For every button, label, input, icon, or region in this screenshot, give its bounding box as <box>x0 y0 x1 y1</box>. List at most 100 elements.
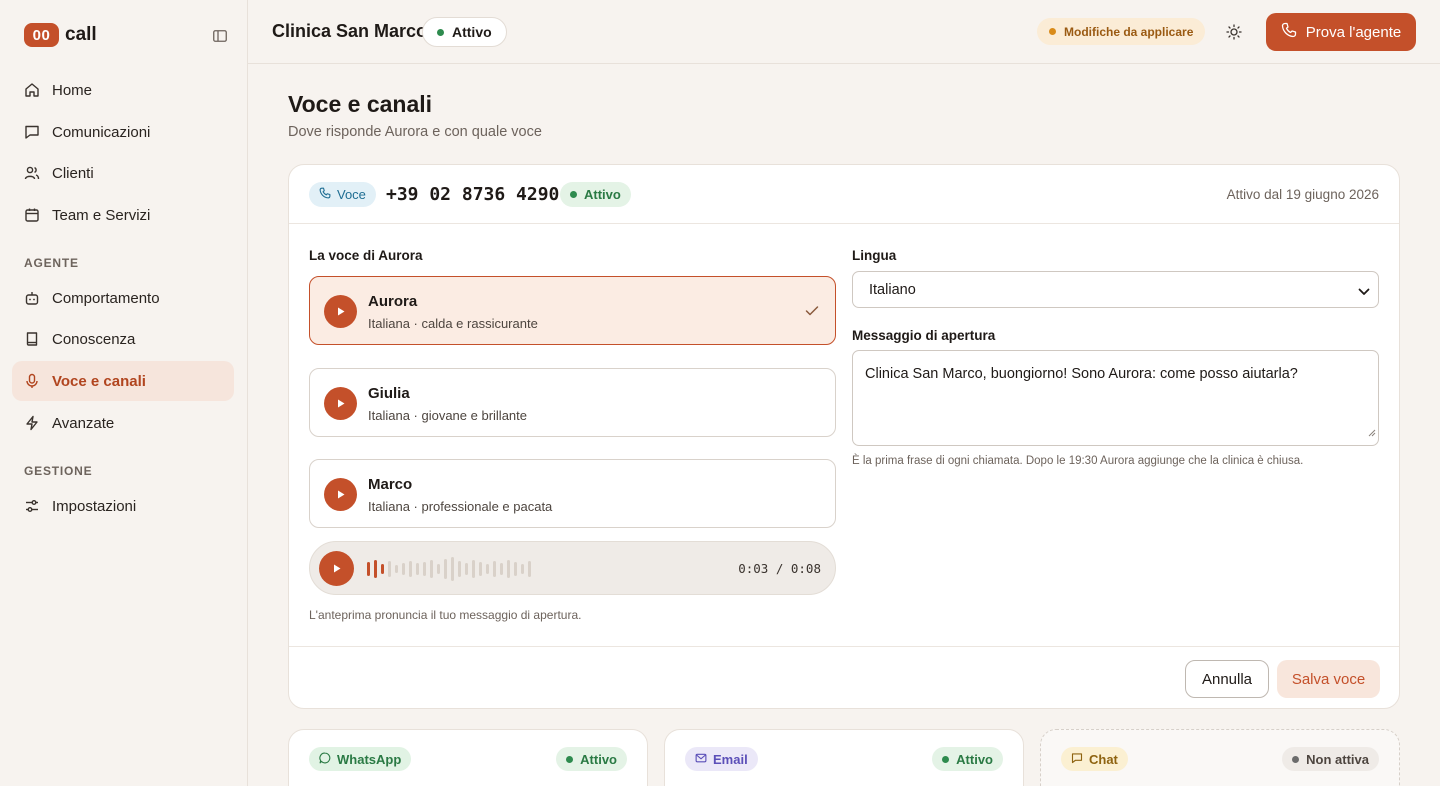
sidebar: 00 call Home Comunicazioni Clienti Team … <box>0 0 248 786</box>
waveform-bar <box>465 563 468 575</box>
waveform-bar <box>388 561 391 577</box>
preview-note: L'anteprima pronuncia il tuo messaggio d… <box>309 608 582 622</box>
users-icon <box>24 165 40 181</box>
sidebar-item-home[interactable]: Home <box>12 70 234 110</box>
sidebar-item-label: Clienti <box>52 164 94 182</box>
voice-name: Marco <box>368 476 413 493</box>
sidebar-item-avanzate[interactable]: Avanzate <box>12 403 234 443</box>
channel-card-email[interactable]: Email Attivo <box>664 729 1024 786</box>
sidebar-item-label: Team e Servizi <box>52 206 151 224</box>
waveform-bar <box>381 564 384 574</box>
status-dot <box>570 191 577 198</box>
sidebar-item-label: Conoscenza <box>52 330 136 348</box>
voice-option-aurora[interactable]: Aurora Italiana · calda e rassicurante <box>309 276 836 345</box>
channel-status: Non attiva <box>1306 751 1369 767</box>
voice-name: Giulia <box>368 385 410 402</box>
logo-text: call <box>65 24 97 45</box>
play-icon[interactable] <box>319 551 354 586</box>
logo-badge: 00 <box>24 23 59 47</box>
sidebar-item-voce-canali[interactable]: Voce e canali <box>12 361 234 401</box>
phone-number: +39 02 8736 4290 <box>386 184 560 205</box>
check-icon <box>805 304 819 322</box>
waveform-bar <box>444 559 447 579</box>
book-icon <box>24 331 40 347</box>
waveform-bar <box>500 563 503 575</box>
sidebar-item-team-servizi[interactable]: Team e Servizi <box>12 195 234 235</box>
waveform-bar <box>507 560 510 578</box>
sidebar-item-label: Comunicazioni <box>52 123 151 141</box>
voice-description: Italiana · calda e rassicurante <box>368 316 538 331</box>
status-dot <box>437 28 444 36</box>
sidebar-item-clienti[interactable]: Clienti <box>12 153 234 193</box>
waveform-bar <box>395 565 398 573</box>
language-select[interactable]: Italiano <box>852 271 1379 308</box>
sidebar-item-impostazioni[interactable]: Impostazioni <box>12 486 234 526</box>
calendar-icon <box>24 207 40 223</box>
play-icon[interactable] <box>324 295 357 328</box>
message-icon <box>24 124 40 140</box>
voice-section-label: La voce di Aurora <box>309 248 423 263</box>
section-label-agente: AGENTE <box>24 256 79 270</box>
agent-status-badge[interactable]: Attivo <box>422 17 507 47</box>
opening-message-field[interactable]: Clinica San Marco, buongiorno! Sono Auro… <box>852 350 1379 446</box>
waveform-bar <box>486 564 489 574</box>
sidebar-item-label: Voce e canali <box>52 372 146 390</box>
sun-icon[interactable] <box>1224 22 1244 42</box>
voice-description: Italiana · professionale e pacata <box>368 499 553 514</box>
resize-grip-icon[interactable] <box>1368 423 1376 443</box>
cancel-button[interactable]: Annulla <box>1185 660 1269 698</box>
logo[interactable]: 00 call <box>24 23 97 47</box>
sidebar-item-comunicazioni[interactable]: Comunicazioni <box>12 112 234 152</box>
channel-status-badge: Attivo <box>556 747 627 771</box>
waveform-bar <box>458 561 461 577</box>
top-bar: Clinica San Marco Attivo Modifiche da ap… <box>248 0 1440 64</box>
section-label-gestione: GESTIONE <box>24 464 93 478</box>
try-agent-label: Prova l'agente <box>1305 23 1402 41</box>
channel-name: Email <box>713 751 748 767</box>
waveform-bar <box>374 560 377 578</box>
audio-waveform[interactable] <box>367 557 531 581</box>
sidebar-toggle-icon[interactable] <box>211 27 229 45</box>
waveform-bar <box>409 561 412 577</box>
play-icon[interactable] <box>324 478 357 511</box>
waveform-bar <box>521 564 524 574</box>
voice-card-footer: Annulla Salva voce <box>289 646 1399 710</box>
sliders-icon <box>24 498 40 514</box>
active-since: Attivo dal 19 giugno 2026 <box>1226 187 1379 202</box>
opening-message-label: Messaggio di apertura <box>852 328 996 343</box>
channel-status-badge: Attivo <box>932 747 1003 771</box>
sidebar-item-label: Comportamento <box>52 289 160 307</box>
waveform-bar <box>430 560 433 578</box>
save-voice-button[interactable]: Salva voce <box>1277 660 1380 698</box>
voice-status-label: Attivo <box>584 187 621 202</box>
language-label: Lingua <box>852 248 897 263</box>
voice-name: Aurora <box>368 293 418 310</box>
page-subtitle: Dove risponde Aurora e con quale voce <box>288 124 542 140</box>
sidebar-item-comportamento[interactable]: Comportamento <box>12 278 234 318</box>
try-agent-button[interactable]: Prova l'agente <box>1266 13 1416 51</box>
channel-card-chat[interactable]: Chat Non attiva <box>1040 729 1400 786</box>
channel-tag-whatsapp: WhatsApp <box>309 747 412 771</box>
voice-option-giulia[interactable]: Giulia Italiana · giovane e brillante <box>309 368 836 437</box>
voice-option-marco[interactable]: Marco Italiana · professionale e pacata <box>309 459 836 528</box>
waveform-bar <box>528 561 531 577</box>
playback-time: 0:03 / 0:08 <box>738 561 821 576</box>
mic-icon <box>24 373 40 389</box>
bot-icon <box>24 290 40 306</box>
pending-changes-badge[interactable]: Modifiche da applicare <box>1037 18 1206 45</box>
waveform-bar <box>451 557 454 581</box>
voice-card-header: Voce +39 02 8736 4290 Attivo Attivo dal … <box>289 165 1399 224</box>
phone-icon <box>319 187 331 202</box>
phone-icon <box>1281 22 1297 42</box>
channel-name: Chat <box>1089 751 1118 767</box>
waveform-bar <box>437 564 440 574</box>
sidebar-item-conoscenza[interactable]: Conoscenza <box>12 319 234 359</box>
channel-card-whatsapp[interactable]: WhatsApp Attivo <box>288 729 648 786</box>
channel-status-badge: Non attiva <box>1282 747 1379 771</box>
opening-message-text: Clinica San Marco, buongiorno! Sono Auro… <box>865 366 1298 382</box>
play-icon[interactable] <box>324 387 357 420</box>
channel-status: Attivo <box>580 751 617 767</box>
audio-preview-player: 0:03 / 0:08 <box>309 541 836 595</box>
voice-channel-card: Voce +39 02 8736 4290 Attivo Attivo dal … <box>288 164 1400 709</box>
waveform-bar <box>493 561 496 577</box>
